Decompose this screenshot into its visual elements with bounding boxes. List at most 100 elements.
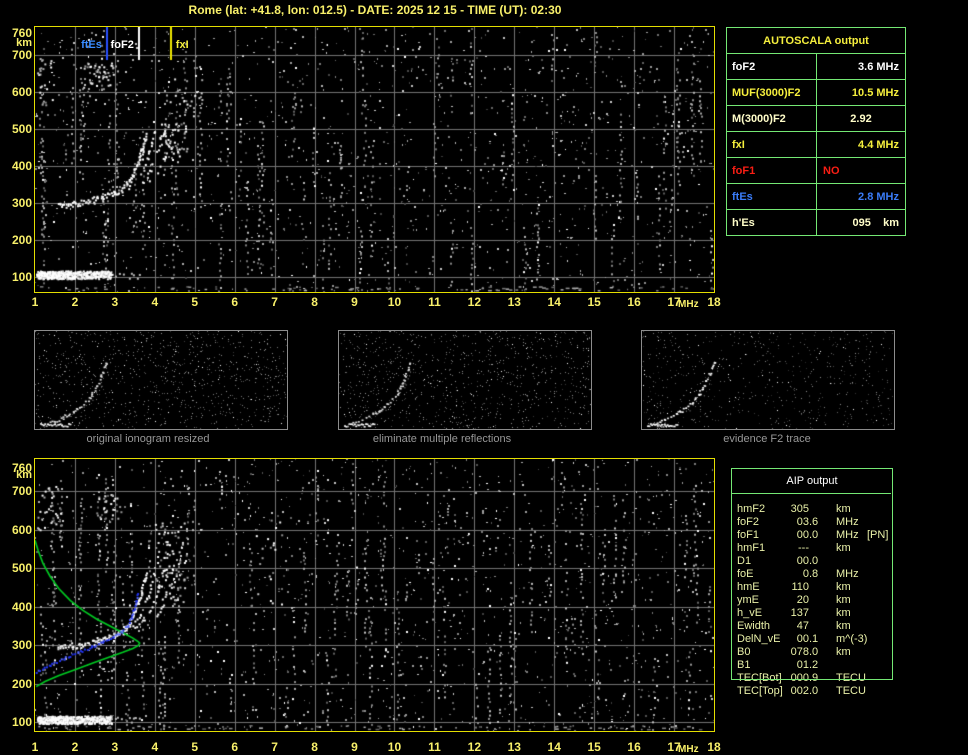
aip-param-value: 00 [759,555,809,568]
x-tick-label: 18 [701,740,727,754]
aip-output-table: hmF2305kmfoF203.6MHzfoF100.0MHz[PN]hmF1-… [731,503,931,698]
y-axis-unit: km [1,469,32,481]
aip-param-value: 305 [759,503,809,516]
autoscala-table-row: M(3000)F22.92 [727,106,906,132]
autoscala-table-row: foF1NO [727,158,906,184]
thumbnail-original-ionogram [34,330,288,430]
thumbnail-caption-3: evidence F2 trace [641,433,893,445]
x-tick-label: 1 [22,295,48,309]
aip-table-row: foE0.8MHz [731,568,931,581]
autoscala-table-row: ftEs2.8 MHz [727,184,906,210]
aip-param-value: 002 [759,685,809,698]
y-tick-label: 400 [1,601,32,614]
aip-param-unit: MHz [836,529,859,542]
x-tick-label: 5 [182,295,208,309]
autoscala-param-label: MUF(3000)F2 [727,80,817,106]
autoscala-table-header: AUTOSCALA output [727,28,906,54]
aip-param-unit: MHz [836,516,859,529]
y-tick-label: 300 [1,639,32,652]
aip-param-label: hmE [737,581,760,594]
autoscala-param-label: M(3000)F2 [727,106,817,132]
aip-param-value-frac: .8 [809,568,818,581]
y-tick-label: 100 [1,271,32,284]
aip-param-value-frac: .9 [809,672,818,685]
x-tick-label: 1 [22,740,48,754]
aip-param-value: 137 [759,607,809,620]
x-tick-label: 13 [501,740,527,754]
x-axis-unit: MHz [678,744,699,755]
aip-param-value-frac: .0 [809,646,818,659]
x-axis-unit: MHz [678,299,699,310]
aip-param-unit: km [836,581,851,594]
x-tick-label: 8 [302,295,328,309]
aip-param-value: 00 [759,529,809,542]
x-tick-label: 16 [621,295,647,309]
thumbnail-caption-1: original ionogram resized [22,433,274,445]
marker-label-fxi: fxI [176,39,189,51]
y-tick-label: 500 [1,123,32,136]
autoscala-param-label: foF2 [727,54,817,80]
autoscala-param-value: 3.6 MHz [817,54,906,80]
thumbnail-evidence-f2 [641,330,895,430]
y-tick-label: 400 [1,160,32,173]
aip-param-label: D1 [737,555,751,568]
x-tick-label: 11 [421,295,447,309]
autoscala-param-value: 095 km [817,210,906,236]
autoscala-param-value: 2.8 MHz [817,184,906,210]
aip-param-label: foF2 [737,516,759,529]
x-tick-label: 13 [501,295,527,309]
aip-param-value-frac: .1 [809,633,818,646]
x-tick-label: 2 [62,740,88,754]
aip-param-value-frac: .0 [809,529,818,542]
x-tick-label: 14 [541,740,567,754]
y-tick-label: 500 [1,562,32,575]
x-tick-label: 18 [701,295,727,309]
aip-header-separator [732,493,891,494]
autoscala-param-label: ftEs [727,184,817,210]
x-tick-label: 8 [302,740,328,754]
aip-param-unit: m^(-3) [836,633,867,646]
autoscala-param-label: h'Es [727,210,817,236]
y-tick-label: 600 [1,524,32,537]
y-tick-label: 100 [1,716,32,729]
aip-param-unit: MHz [836,568,859,581]
aip-param-value-frac: .6 [809,516,818,529]
aip-param-note: [PN] [867,529,888,542]
marker-label-fof2: foF2 [108,39,134,51]
aip-table-header: AIP output [731,475,893,487]
autoscala-param-label: foF1 [727,158,817,184]
x-tick-label: 15 [581,740,607,754]
ionogram-canvas-top [35,27,714,292]
aip-param-label: foF1 [737,529,759,542]
aip-param-unit: TECU [836,685,866,698]
autoscala-param-value: 4.4 MHz [817,132,906,158]
aip-param-value-frac: .2 [809,659,818,672]
x-tick-label: 16 [621,740,647,754]
autoscala-param-value: NO [817,158,906,184]
y-tick-label: 700 [1,49,32,62]
aip-param-value-frac: .0 [809,555,818,568]
aip-table-row: hmF1---km [731,542,931,555]
thumbnail-canvas-2 [339,331,591,429]
y-tick-label: 200 [1,678,32,691]
x-tick-label: 4 [142,740,168,754]
x-tick-label: 2 [62,295,88,309]
x-tick-label: 12 [461,295,487,309]
autoscala-param-value: 10.5 MHz [817,80,906,106]
x-tick-label: 10 [381,295,407,309]
aip-param-unit: km [836,646,851,659]
autoscala-param-label: fxI [727,132,817,158]
autoscala-param-value: 2.92 [817,106,906,132]
y-axis-unit: km [1,37,32,49]
station-date-title: Rome (lat: +41.8, lon: 012.5) - DATE: 20… [0,3,750,17]
aip-param-unit: km [836,620,851,633]
x-tick-label: 3 [102,295,128,309]
aip-table-row: B0078.0km [731,646,931,659]
x-tick-label: 6 [222,740,248,754]
aip-param-label: foE [737,568,754,581]
thumbnail-caption-2: eliminate multiple reflections [316,433,568,445]
aip-table-row: Ewidth47km [731,620,931,633]
aip-param-value: --- [759,542,809,555]
x-tick-label: 9 [342,740,368,754]
x-tick-label: 15 [581,295,607,309]
